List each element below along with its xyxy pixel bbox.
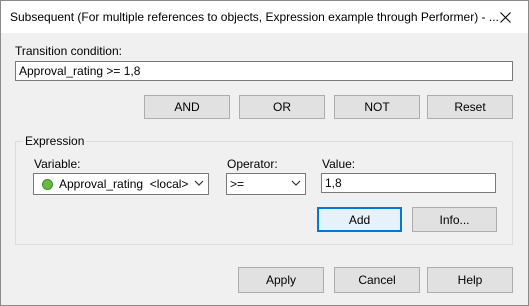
variable-icon (42, 178, 53, 190)
or-button[interactable]: OR (239, 95, 325, 119)
operator-selected-value: >= (230, 177, 245, 191)
close-icon (500, 11, 511, 23)
apply-button[interactable]: Apply (238, 267, 324, 293)
reset-button[interactable]: Reset (427, 95, 513, 119)
window-title: Subsequent (For multiple references to o… (10, 10, 499, 24)
title-bar: Subsequent (For multiple references to o… (1, 1, 528, 33)
operator-label: Operator: (227, 157, 278, 171)
add-button[interactable]: Add (317, 207, 402, 232)
chevron-down-icon (194, 180, 204, 186)
value-input[interactable]: 1,8 (321, 173, 496, 193)
expression-group-label: Expression (23, 134, 87, 148)
chevron-down-icon (291, 180, 301, 186)
info-button[interactable]: Info... (412, 207, 497, 232)
help-button[interactable]: Help (427, 267, 513, 293)
close-button[interactable] (483, 1, 528, 33)
cancel-button[interactable]: Cancel (334, 267, 420, 293)
transition-condition-label: Transition condition: (15, 44, 122, 58)
variable-selected-value: Approval_rating <local> (59, 177, 189, 191)
value-label: Value: (322, 157, 356, 171)
variable-label: Variable: (34, 157, 81, 171)
operator-dropdown[interactable]: >= (226, 173, 306, 195)
transition-condition-input[interactable]: Approval_rating >= 1,8 (15, 61, 513, 81)
not-button[interactable]: NOT (334, 95, 420, 119)
variable-dropdown[interactable]: Approval_rating <local> (33, 173, 209, 195)
dialog-window: Subsequent (For multiple references to o… (0, 0, 529, 306)
and-button[interactable]: AND (144, 95, 230, 119)
